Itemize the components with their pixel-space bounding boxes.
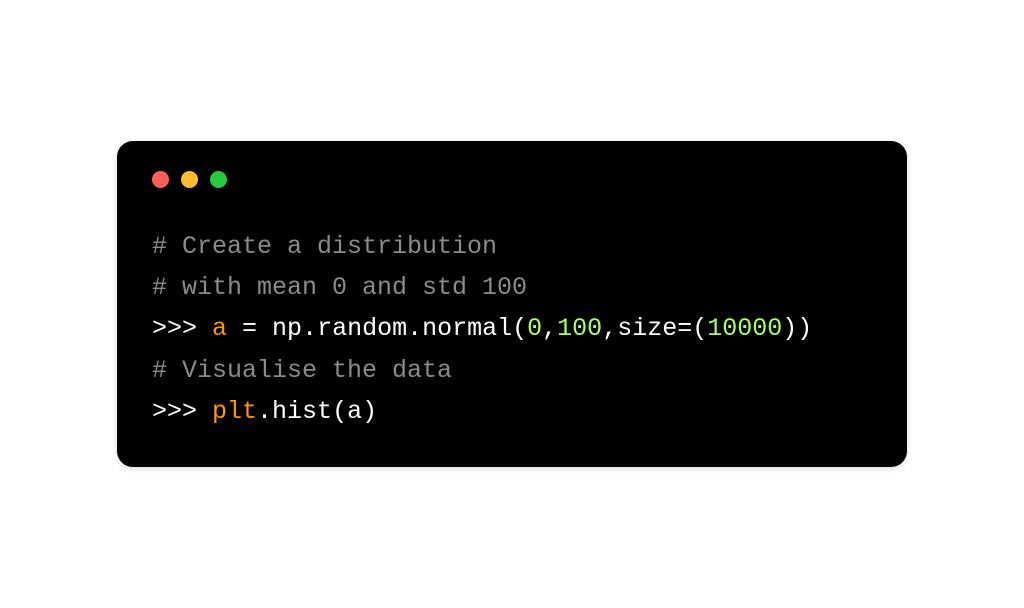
number-literal: 10000 (707, 314, 782, 343)
open-paren: ( (332, 397, 347, 426)
dot-accessor: . (257, 397, 272, 426)
minimize-icon[interactable] (181, 171, 198, 188)
maximize-icon[interactable] (210, 171, 227, 188)
assign-operator: = (227, 314, 272, 343)
variable-a: a (347, 397, 362, 426)
dot-accessor: . (407, 314, 422, 343)
method-hist: hist (272, 397, 332, 426)
comment-line-1: # Create a distribution (152, 232, 497, 261)
module-plt: plt (212, 397, 257, 426)
repl-prompt: >>> (152, 314, 212, 343)
keyword-size: size (617, 314, 677, 343)
module-np: np (272, 314, 302, 343)
repl-prompt: >>> (152, 397, 212, 426)
open-paren: ( (692, 314, 707, 343)
assign-operator: = (677, 314, 692, 343)
dot-accessor: . (302, 314, 317, 343)
module-random: random (317, 314, 407, 343)
number-literal: 0 (527, 314, 542, 343)
code-area: # Create a distribution # with mean 0 an… (152, 226, 872, 432)
number-literal: 100 (557, 314, 602, 343)
method-normal: normal (422, 314, 512, 343)
variable-a: a (212, 314, 227, 343)
open-paren: ( (512, 314, 527, 343)
comment-line-2: # with mean 0 and std 100 (152, 273, 527, 302)
close-paren: ) (362, 397, 377, 426)
comma-separator: , (602, 314, 617, 343)
terminal-window: # Create a distribution # with mean 0 an… (117, 141, 907, 467)
comment-line-3: # Visualise the data (152, 356, 452, 385)
close-paren: ) (797, 314, 812, 343)
close-icon[interactable] (152, 171, 169, 188)
comma-separator: , (542, 314, 557, 343)
close-paren: ) (782, 314, 797, 343)
window-controls (152, 171, 872, 188)
